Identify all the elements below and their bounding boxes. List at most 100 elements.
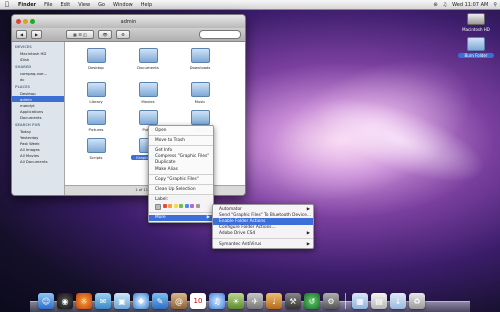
- menu-view[interactable]: View: [74, 2, 94, 8]
- sidebar-heading-search-for: SEARCH FOR: [15, 123, 41, 127]
- menu-window[interactable]: Window: [109, 2, 137, 8]
- context-menu: Open Move to Trash Get Info Compress "Gr…: [148, 125, 214, 223]
- action-gear-icon[interactable]: ⚙: [116, 30, 130, 39]
- back-button[interactable]: ◀: [16, 30, 27, 39]
- sidebar-item-all-documents[interactable]: All Documents: [12, 158, 64, 164]
- hard-drive-icon: [467, 13, 485, 25]
- label-color-swatches: [149, 203, 213, 211]
- folder-item[interactable]: Documents: [131, 48, 165, 70]
- quick-look-button[interactable]: 👁: [98, 30, 112, 39]
- iweb-icon[interactable]: ✈: [247, 293, 263, 309]
- menu-separator: [149, 212, 213, 214]
- label-blue-swatch[interactable]: [184, 203, 189, 208]
- menu-item-move-to-trash[interactable]: Move to Trash: [149, 137, 213, 143]
- folder-icon: [86, 48, 106, 63]
- firefox-icon[interactable]: ☼: [76, 293, 92, 309]
- view-switcher[interactable]: ▦ ☰ ◫: [66, 30, 94, 39]
- trash-icon[interactable]: ♻: [409, 293, 425, 309]
- system-preferences-icon[interactable]: ⚙: [323, 293, 339, 309]
- folder-label: Pictures: [88, 127, 104, 132]
- menu-item-more[interactable]: More ▶: [149, 214, 213, 221]
- time-machine-icon[interactable]: ↺: [304, 293, 320, 309]
- iphoto-icon[interactable]: ☀: [228, 293, 244, 309]
- more-submenu: Automator ▶ Send "Graphic Files" To Blue…: [212, 204, 314, 250]
- window-toolbar: ◀ ▶ ▦ ☰ ◫ 👁 ⚙: [12, 28, 245, 42]
- menu-separator: [149, 194, 213, 195]
- folder-item[interactable]: Downloads: [183, 48, 217, 70]
- spotlight-icon[interactable]: ⚲: [493, 2, 497, 8]
- menu-file[interactable]: File: [40, 2, 56, 8]
- ichat-icon[interactable]: ✎: [152, 293, 168, 309]
- calendar-icon[interactable]: 10: [190, 293, 206, 309]
- folder-label: Music: [194, 99, 206, 104]
- folder-label: Library: [89, 99, 103, 104]
- submenu-item-adobe-drive[interactable]: Adobe Drive CS4 ▶: [213, 231, 313, 237]
- menu-separator: [149, 144, 213, 146]
- search-field[interactable]: [199, 30, 241, 39]
- garageband-icon[interactable]: ♩: [266, 293, 282, 309]
- menu-item-copy[interactable]: Copy "Graphic Files": [149, 176, 213, 182]
- folder-label: Documents: [137, 65, 159, 70]
- bluetooth-icon[interactable]: ⊛: [433, 2, 437, 8]
- submenu-item-symantec-label: Symantec AntiVirus: [219, 241, 262, 247]
- dock: ☺ ◉ ☼ ✉ ▣ ❖ ✎ @ 10 ♫ ☀ ✈ ♩ ⚒ ↺ ⚙ ▦ ▤ ↓ ♻: [38, 293, 425, 309]
- safari-icon[interactable]: ❖: [133, 293, 149, 309]
- menu-item-clean-up-selection[interactable]: Clean Up Selection: [149, 186, 213, 192]
- label-green-swatch[interactable]: [179, 203, 183, 208]
- menu-separator: [213, 238, 313, 240]
- label-purple-swatch[interactable]: [190, 203, 194, 208]
- folder-item[interactable]: Library: [79, 82, 113, 104]
- burn-folder-icon: [467, 37, 485, 51]
- folder-label: Movies: [141, 99, 155, 104]
- desktop-icon-macintosh-hd[interactable]: Macintosh HD: [458, 13, 494, 32]
- mail-icon[interactable]: ✉: [95, 293, 111, 309]
- volume-icon[interactable]: ♫: [443, 2, 447, 8]
- window-titlebar[interactable]: admin: [12, 15, 245, 28]
- folder-label: Scripts: [89, 155, 103, 160]
- menu-finder[interactable]: Finder: [14, 2, 40, 8]
- applications-stack-icon[interactable]: ▦: [352, 293, 368, 309]
- label-gray-swatch[interactable]: [195, 203, 200, 208]
- submenu-item-symantec[interactable]: Symantec AntiVirus ▶: [213, 241, 313, 247]
- window-title: admin: [120, 18, 137, 25]
- folder-item[interactable]: Pictures: [79, 110, 113, 132]
- submenu-arrow-icon: ▶: [206, 215, 210, 221]
- apple-menu-icon[interactable]: : [0, 1, 14, 8]
- menu-help[interactable]: Help: [137, 2, 156, 8]
- wallpaper-streak: [244, 29, 496, 231]
- folder-item[interactable]: Music: [183, 82, 217, 104]
- downloads-stack-icon[interactable]: ↓: [390, 293, 406, 309]
- menubar-clock[interactable]: Wed 11:07 AM: [452, 2, 488, 8]
- folder-icon: [138, 82, 158, 97]
- label-none-swatch[interactable]: [155, 203, 161, 210]
- folder-icon: [138, 48, 158, 63]
- dashboard-icon[interactable]: ◉: [57, 293, 73, 309]
- menu-edit[interactable]: Edit: [57, 2, 75, 8]
- preview-icon[interactable]: ▣: [114, 293, 130, 309]
- desktop-icon-burn-folder[interactable]: Burn Folder: [458, 37, 494, 58]
- folder-icon: [190, 82, 210, 97]
- sidebar-heading-devices: DEVICES: [15, 45, 32, 49]
- address-book-icon[interactable]: @: [171, 293, 187, 309]
- sidebar-heading-shared: SHARED: [15, 65, 32, 69]
- folder-icon: [86, 82, 106, 97]
- folder-item[interactable]: Scripts: [79, 138, 113, 160]
- menu-bar:  Finder File Edit View Go Window Help ⊛…: [0, 0, 500, 10]
- folder-item[interactable]: Movies: [131, 82, 165, 104]
- documents-stack-icon[interactable]: ▤: [371, 293, 387, 309]
- folder-item[interactable]: Desktop: [79, 48, 113, 70]
- label-orange-swatch[interactable]: [168, 203, 172, 208]
- label-yellow-swatch[interactable]: [173, 203, 178, 208]
- itunes-icon[interactable]: ♫: [209, 293, 225, 309]
- menu-item-open[interactable]: Open: [149, 127, 213, 133]
- finder-icon[interactable]: ☺: [38, 293, 54, 309]
- folder-label: Downloads: [189, 65, 211, 70]
- menu-separator: [149, 134, 213, 136]
- label-red-swatch[interactable]: [162, 203, 167, 208]
- instruments-icon[interactable]: ⚒: [285, 293, 301, 309]
- dock-divider: [345, 293, 346, 309]
- submenu-arrow-icon: ▶: [306, 206, 310, 212]
- menu-go[interactable]: Go: [94, 2, 109, 8]
- forward-button[interactable]: ▶: [31, 30, 42, 39]
- menu-item-make-alias[interactable]: Make Alias: [149, 166, 213, 172]
